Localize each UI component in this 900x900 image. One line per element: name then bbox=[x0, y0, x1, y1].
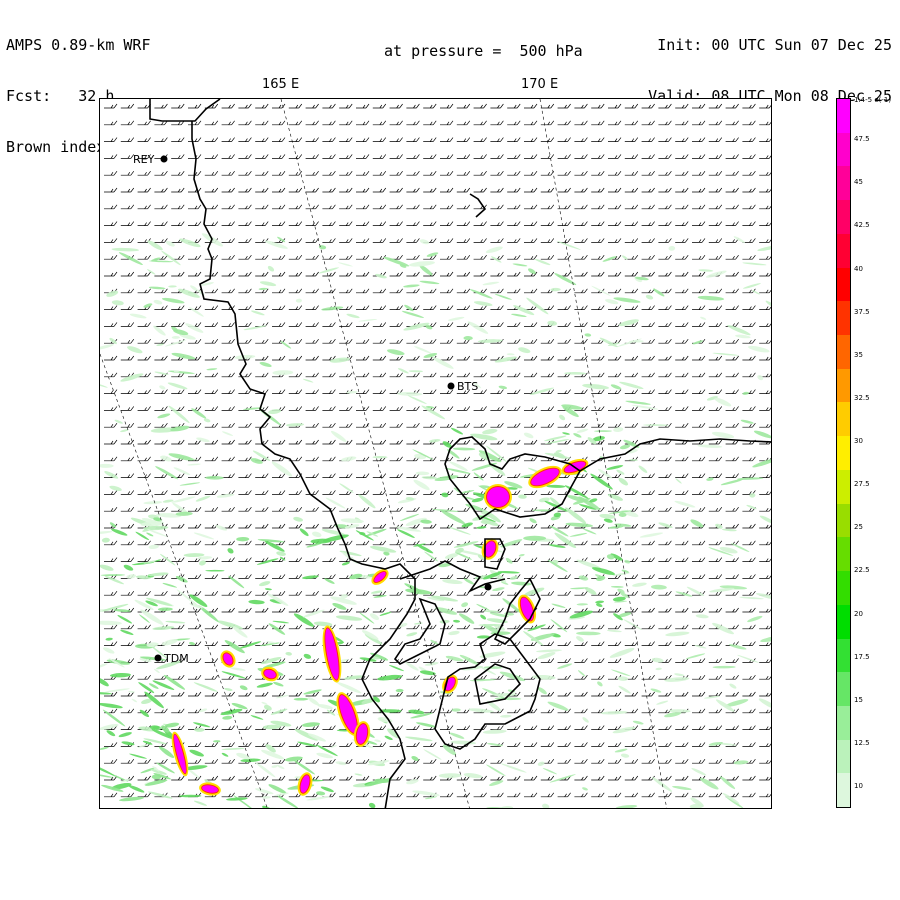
station-tdm-marker bbox=[154, 654, 162, 662]
station-markers: REY BTS TDM bbox=[133, 153, 492, 665]
colorbar-segment bbox=[837, 739, 850, 774]
station-rey-label: REY bbox=[133, 153, 155, 166]
colorbar-segment bbox=[837, 166, 850, 201]
colorbar-label: 40 bbox=[854, 264, 863, 273]
init-time: Init: 00 UTC Sun 07 Dec 25 bbox=[657, 36, 892, 54]
colorbar-label: 47.5 bbox=[854, 135, 870, 144]
colorbar-label: 32.5 bbox=[854, 393, 870, 402]
colorbar-label: 20 bbox=[854, 609, 863, 618]
coastline bbox=[149, 99, 771, 808]
colorbar-segment bbox=[837, 368, 850, 403]
colorbar-segment bbox=[837, 571, 850, 605]
colorbar-segment bbox=[837, 301, 850, 336]
colorbar-label: 35 bbox=[854, 350, 863, 359]
wind-barbs bbox=[104, 103, 771, 798]
colorbar-segment bbox=[837, 267, 850, 302]
colorbar-label: 22.5 bbox=[854, 566, 870, 575]
colorbar-label: 15 bbox=[854, 695, 863, 704]
colorbar-label: 37.5 bbox=[854, 307, 870, 316]
colorbar-segment bbox=[837, 705, 850, 740]
colorbar bbox=[836, 98, 851, 808]
meridian-160 bbox=[100, 353, 268, 808]
longitude-lines bbox=[100, 99, 667, 808]
colorbar-label: 42.5 bbox=[854, 221, 870, 230]
colorbar-segment bbox=[837, 672, 850, 706]
colorbar-segment bbox=[837, 638, 850, 673]
colorbar-segment bbox=[837, 233, 850, 268]
lon-label-165: 165 E bbox=[262, 77, 300, 92]
colorbar-segment bbox=[837, 200, 850, 234]
colorbar-label: 1.4-5 e(-1) bbox=[854, 96, 892, 104]
colorbar-segment bbox=[837, 99, 850, 133]
colorbar-segment bbox=[837, 503, 850, 538]
station-tdm-label: TDM bbox=[163, 652, 189, 665]
station-bts-marker bbox=[447, 382, 455, 390]
colorbar-label: 17.5 bbox=[854, 652, 870, 661]
pressure-level: at pressure = 500 hPa bbox=[384, 42, 583, 60]
map-canvas: REY BTS TDM bbox=[100, 99, 771, 808]
colorbar-label: 30 bbox=[854, 437, 863, 445]
colorbar-segment bbox=[837, 537, 850, 572]
model-title: AMPS 0.89-km WRF bbox=[6, 36, 151, 54]
map-panel[interactable]: REY BTS TDM bbox=[99, 98, 772, 809]
station-unnamed-marker bbox=[484, 583, 492, 591]
colorbar-segment bbox=[837, 132, 850, 167]
colorbar-label: 27.5 bbox=[854, 480, 870, 489]
colorbar-label: 12.5 bbox=[854, 738, 870, 747]
colorbar-segment bbox=[837, 402, 850, 437]
colorbar-label: 25 bbox=[854, 523, 863, 532]
colorbar-segment bbox=[837, 469, 850, 504]
colorbar-segment bbox=[837, 436, 850, 470]
lon-label-170: 170 E bbox=[521, 77, 559, 92]
colorbar-segment bbox=[837, 335, 850, 369]
colorbar-label: 10 bbox=[854, 782, 863, 790]
colorbar-segment bbox=[837, 773, 850, 808]
station-bts-label: BTS bbox=[457, 380, 478, 393]
colorbar-label: 45 bbox=[854, 178, 863, 187]
station-rey-marker bbox=[160, 155, 168, 163]
colorbar-segment bbox=[837, 604, 850, 639]
